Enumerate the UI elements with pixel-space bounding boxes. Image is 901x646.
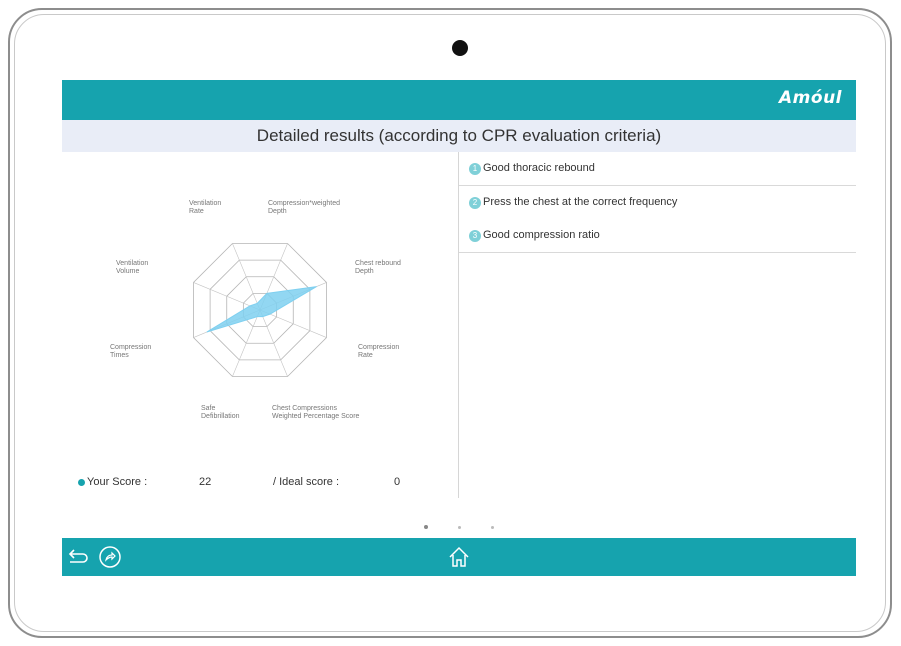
ideal-score-label: / Ideal score :: [273, 476, 340, 488]
score-dot-icon: [78, 479, 85, 486]
criteria-text: Press the chest at the correct frequency: [483, 196, 678, 208]
page-dot[interactable]: [491, 526, 494, 529]
your-score-value: 22: [199, 476, 212, 488]
home-icon[interactable]: [447, 545, 471, 569]
list-item: 1 Good thoracic rebound: [459, 152, 856, 186]
axis-label-chest-rebound-depth: Chest rebound Depth: [355, 260, 401, 275]
axis-label-compression-weighted-depth: Compression*weighted Depth: [268, 200, 340, 215]
page-indicator: [62, 516, 856, 534]
criteria-list: 1 Good thoracic rebound 2 Press the ches…: [459, 152, 856, 498]
axis-label-ventilation-rate: Ventilation Rate: [189, 200, 222, 215]
number-badge: 2: [469, 196, 481, 209]
axis-label-safe-defibrillation: Safe Defibrillation: [201, 405, 240, 420]
ideal-score-value: 0: [394, 476, 401, 488]
axis-label-compression-times: Compression Times: [110, 344, 152, 359]
list-item: 2 Press the chest at the correct frequen…: [459, 186, 856, 219]
axis-label-ventilation-volume: Ventilation Volume: [116, 260, 149, 275]
camera-icon: [452, 40, 468, 56]
app-screen: Amóul Detailed results (according to CPR…: [62, 80, 856, 588]
list-item: 3 Good compression ratio: [459, 219, 856, 253]
share-icon[interactable]: [98, 545, 122, 569]
page-title: Detailed results (according to CPR evalu…: [62, 120, 856, 152]
number-badge: 1: [469, 162, 481, 175]
brand-logo: Amóul: [779, 88, 842, 108]
radar-chart: [193, 243, 327, 377]
axis-label-compression-rate: Compression Rate: [358, 344, 400, 359]
page-dot[interactable]: [458, 526, 461, 529]
number-badge: 3: [469, 229, 481, 242]
criteria-text: Good compression ratio: [483, 229, 600, 241]
score-summary: Your Score : 22 / Ideal score : 0: [78, 476, 458, 492]
axis-label-chest-compressions-weighted: Chest Compressions Weighted Percentage S…: [272, 405, 360, 420]
criteria-text: Good thoracic rebound: [483, 162, 595, 174]
your-score-label: Your Score :: [87, 476, 148, 488]
radar-chart-panel: Compression*weighted Depth Chest rebound…: [62, 152, 458, 498]
page-dot[interactable]: [424, 525, 428, 529]
app-header: Amóul: [62, 80, 856, 120]
back-arrow-icon[interactable]: [66, 545, 90, 569]
bottom-toolbar: [62, 538, 856, 576]
